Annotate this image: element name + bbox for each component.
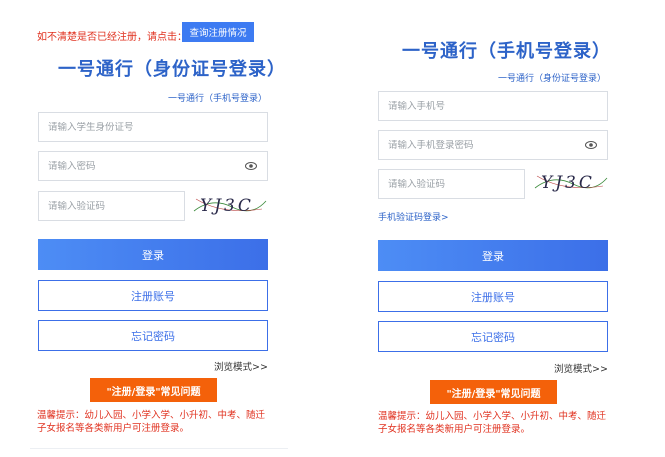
login-button[interactable]: 登录 — [38, 239, 268, 270]
captcha-text: YJ3C — [200, 196, 254, 216]
phone-field[interactable] — [378, 91, 608, 121]
page-title-phone-login: 一号通行（手机号登录） — [402, 41, 611, 62]
phone-captcha-image[interactable]: YJ3C — [533, 166, 608, 196]
phone-captcha-graphic: YJ3C — [534, 173, 608, 193]
tip-line-2: 子女报名等各类新用户可注册登录。 — [37, 423, 190, 434]
captcha-field[interactable] — [38, 191, 185, 221]
phone-password-input[interactable] — [388, 139, 607, 151]
phone-browse-mode-link[interactable]: 浏览模式>> — [554, 361, 608, 375]
phone-tip-line-1: 温馨提示：幼儿入园、小学入学、小升初、中考、随迁 — [378, 411, 607, 422]
phone-register-button[interactable]: 注册账号 — [378, 281, 608, 312]
id-number-input[interactable] — [48, 121, 267, 133]
phone-tip-line-2: 子女报名等各类新用户可注册登录。 — [378, 424, 531, 435]
register-notice: 如不清楚是否已经注册，请点击： — [37, 32, 187, 43]
switch-to-phone-login-link[interactable]: 一号通行（手机号登录） — [168, 91, 267, 104]
password-input[interactable] — [48, 160, 267, 172]
phone-faq-button[interactable]: "注册/登录"常见问题 — [430, 380, 557, 404]
password-field[interactable] — [38, 151, 268, 181]
tip-text: 温馨提示：幼儿入园、小学入学、小升初、中考、随迁 子女报名等各类新用户可注册登录… — [37, 409, 277, 435]
id-number-field[interactable] — [38, 112, 268, 142]
captcha-input[interactable] — [48, 200, 184, 212]
captcha-image[interactable]: YJ3C — [192, 189, 267, 219]
sms-login-link[interactable]: 手机验证码登录> — [378, 210, 449, 223]
forgot-password-button[interactable]: 忘记密码 — [38, 320, 268, 351]
switch-to-id-login-link[interactable]: 一号通行（身份证号登录） — [498, 71, 606, 84]
phone-captcha-field[interactable] — [378, 169, 525, 199]
bottom-divider — [30, 448, 288, 449]
page-title-id-login: 一号通行（身份证号登录） — [58, 59, 286, 80]
register-button[interactable]: 注册账号 — [38, 280, 268, 311]
faq-button[interactable]: "注册/登录"常见问题 — [90, 378, 217, 402]
phone-input[interactable] — [388, 100, 607, 112]
phone-captcha-text: YJ3C — [541, 173, 595, 193]
eye-icon[interactable] — [245, 162, 257, 170]
browse-mode-link[interactable]: 浏览模式>> — [214, 359, 268, 373]
query-registration-button[interactable]: 查询注册情况 — [182, 22, 254, 42]
phone-forgot-password-button[interactable]: 忘记密码 — [378, 321, 608, 352]
phone-captcha-input[interactable] — [388, 178, 524, 190]
phone-password-field[interactable] — [378, 130, 608, 160]
phone-login-button[interactable]: 登录 — [378, 240, 608, 271]
phone-tip-text: 温馨提示：幼儿入园、小学入学、小升初、中考、随迁 子女报名等各类新用户可注册登录… — [378, 410, 618, 436]
eye-icon[interactable] — [585, 141, 597, 149]
captcha-graphic: YJ3C — [193, 196, 267, 216]
tip-line-1: 温馨提示：幼儿入园、小学入学、小升初、中考、随迁 — [37, 410, 266, 421]
